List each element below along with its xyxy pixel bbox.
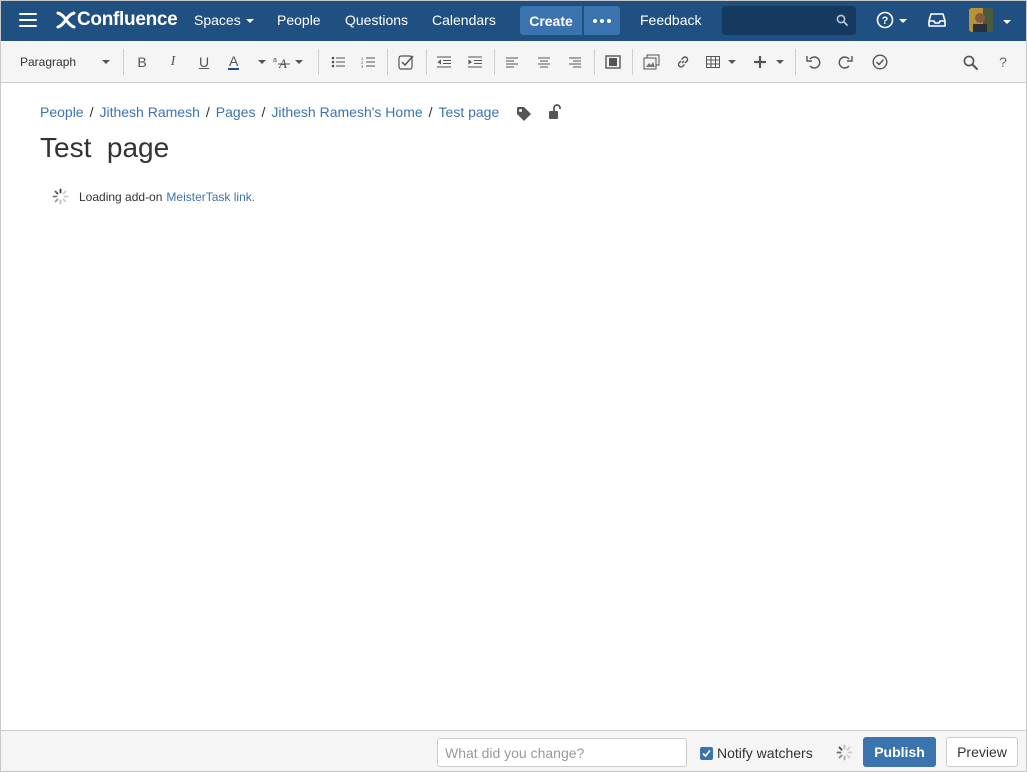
check-icon[interactable]: [871, 52, 889, 72]
undo-icon[interactable]: [805, 52, 823, 72]
breadcrumb-separator: /: [89, 104, 94, 120]
nav-questions-label: Questions: [345, 12, 409, 28]
task-list-icon[interactable]: [397, 52, 415, 72]
chevron-down-icon: [776, 60, 784, 64]
toolbar-divider: [594, 49, 595, 75]
breadcrumb-separator: /: [205, 104, 210, 120]
nav-spaces-label: Spaces: [194, 12, 241, 28]
outdent-icon[interactable]: [436, 52, 452, 72]
insert-image-icon[interactable]: [642, 52, 660, 72]
nav-people[interactable]: People: [277, 12, 321, 28]
loading-spinner-icon: [52, 188, 69, 205]
toolbar-divider: [632, 49, 633, 75]
text-format-button[interactable]: a A: [273, 52, 303, 72]
help-icon: ?: [876, 11, 894, 29]
toolbar-divider: [795, 49, 796, 75]
chevron-down-icon: [728, 60, 736, 64]
publish-button[interactable]: Publish: [863, 737, 936, 767]
search-box: [722, 6, 856, 35]
chevron-down-icon: [102, 60, 110, 64]
link-icon[interactable]: [674, 52, 692, 72]
user-avatar[interactable]: [969, 8, 993, 32]
text-color-icon: A: [228, 53, 240, 70]
italic-icon[interactable]: I: [165, 52, 181, 72]
breadcrumb-separator: /: [428, 104, 433, 120]
loading-spinner-icon: [836, 744, 853, 761]
breadcrumb-home[interactable]: Jithesh Ramesh's Home: [271, 104, 422, 120]
chevron-down-icon[interactable]: [1003, 20, 1011, 24]
addon-loading-message: Loading add-on MeisterTask link.: [52, 188, 255, 205]
unlocked-icon[interactable]: [548, 104, 562, 120]
preview-button[interactable]: Preview: [946, 737, 1018, 767]
confluence-logo-icon: [56, 11, 76, 29]
editor-toolbar: Paragraph B I U A a A 123 ?: [0, 41, 1027, 83]
create-button[interactable]: Create: [520, 6, 582, 35]
breadcrumb-people[interactable]: People: [40, 104, 84, 120]
inbox-icon[interactable]: [928, 12, 946, 28]
top-navigation: Confluence Spaces People Questions Calen…: [0, 0, 1027, 41]
loading-text: Loading add-on: [79, 189, 163, 204]
table-icon: [706, 56, 720, 68]
table-button[interactable]: [706, 52, 736, 72]
avatar-image: [969, 8, 993, 32]
align-left-icon[interactable]: [505, 52, 519, 72]
logo-text: Confluence: [77, 9, 178, 30]
nav-questions[interactable]: Questions: [345, 12, 408, 28]
checkbox-checked-icon[interactable]: [700, 746, 713, 760]
nav-spaces[interactable]: Spaces: [194, 12, 254, 28]
insert-more-icon: [754, 56, 766, 68]
chevron-down-icon: [245, 18, 254, 23]
bold-icon[interactable]: B: [134, 52, 150, 72]
more-icon[interactable]: [584, 6, 620, 35]
align-center-icon[interactable]: [537, 52, 551, 72]
indent-icon[interactable]: [467, 52, 483, 72]
chevron-down-icon: [295, 60, 303, 64]
menu-icon[interactable]: [19, 13, 37, 27]
editor-footer: Notify watchers Publish Preview: [0, 730, 1027, 772]
chevron-down-icon: [258, 60, 266, 64]
underline-icon[interactable]: U: [196, 52, 212, 72]
align-right-icon[interactable]: [568, 52, 582, 72]
confluence-logo[interactable]: Confluence: [56, 8, 178, 32]
redo-icon[interactable]: [836, 52, 854, 72]
toolbar-divider: [318, 49, 319, 75]
insert-more-button[interactable]: [754, 52, 784, 72]
svg-text:?: ?: [882, 15, 889, 27]
bullet-list-icon[interactable]: [330, 52, 346, 72]
help-menu[interactable]: ?: [876, 11, 907, 29]
toolbar-divider: [426, 49, 427, 75]
nav-people-label: People: [277, 12, 321, 28]
notify-watchers-checkbox[interactable]: Notify watchers: [700, 745, 813, 761]
svg-text:3: 3: [361, 64, 364, 68]
page-title[interactable]: Test page: [40, 132, 169, 164]
breadcrumb-pages[interactable]: Pages: [216, 104, 256, 120]
meistertask-link[interactable]: MeisterTask link.: [166, 190, 255, 204]
toolbar-divider: [387, 49, 388, 75]
change-comment-input[interactable]: [437, 738, 687, 767]
nav-calendars-label: Calendars: [432, 12, 496, 28]
toolbar-divider: [123, 49, 124, 75]
breadcrumb-user[interactable]: Jithesh Ramesh: [99, 104, 199, 120]
text-format-icon: a A: [273, 56, 290, 69]
breadcrumb-separator: /: [261, 104, 266, 120]
svg-text:a: a: [273, 57, 277, 64]
numbered-list-icon[interactable]: 123: [360, 52, 376, 72]
toolbar-divider: [494, 49, 495, 75]
breadcrumb-current[interactable]: Test page: [439, 104, 500, 120]
nav-calendars[interactable]: Calendars: [432, 12, 496, 28]
paragraph-format-label: Paragraph: [20, 55, 77, 69]
find-icon[interactable]: [962, 52, 978, 72]
feedback-link[interactable]: Feedback: [640, 12, 701, 28]
paragraph-format-select[interactable]: Paragraph: [20, 52, 110, 72]
chevron-down-icon: [899, 18, 907, 23]
label-icon[interactable]: [516, 106, 532, 122]
help-icon[interactable]: ?: [996, 52, 1010, 72]
page-layout-icon[interactable]: [604, 52, 622, 72]
feedback-label: Feedback: [640, 12, 702, 28]
svg-text:A: A: [278, 56, 287, 69]
text-color-button[interactable]: A: [228, 52, 266, 72]
notify-watchers-label: Notify watchers: [717, 745, 813, 761]
search-icon[interactable]: [836, 14, 848, 26]
breadcrumb: People / Jithesh Ramesh / Pages / Jithes…: [40, 104, 499, 120]
